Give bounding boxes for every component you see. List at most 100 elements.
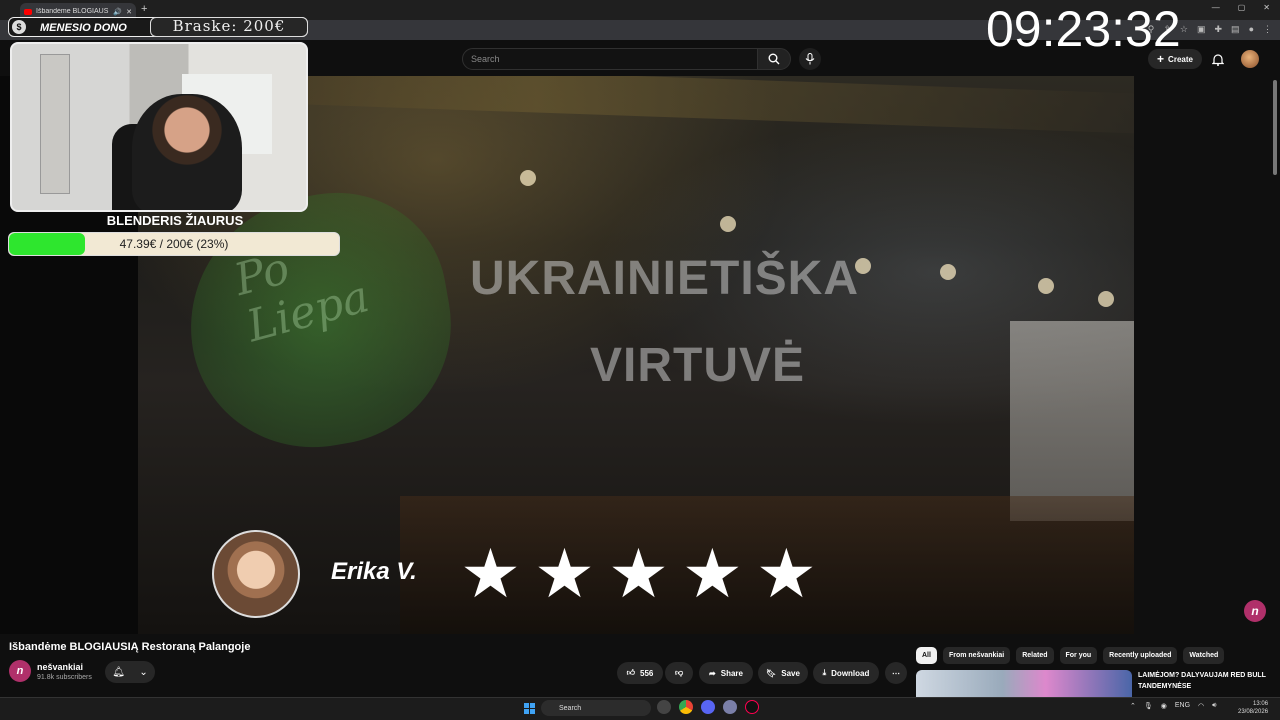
star-icon: ★ [681, 536, 743, 612]
channel-watermark[interactable]: n [1244, 600, 1266, 622]
filter-chip[interactable]: Watched [1183, 647, 1225, 664]
webcam-feed [10, 42, 308, 212]
bright-window [1010, 321, 1134, 521]
obs-icon[interactable] [723, 700, 737, 714]
bell-icon: 🔔︎ [112, 666, 125, 678]
streamer [132, 94, 242, 210]
save-button[interactable]: 🔖︎ Save [758, 662, 808, 684]
star-rating: ★ ★ ★ ★ ★ [460, 540, 817, 608]
network-icon[interactable]: ◉ [1161, 702, 1167, 710]
subscriber-count: 91.8k subscribers [37, 674, 92, 681]
windows-start-icon[interactable] [524, 703, 535, 714]
goal-title: BLENDERIS ŽIAURUS [106, 213, 244, 228]
microphone-icon [805, 53, 815, 65]
sidebar-icon[interactable]: ▤ [1231, 24, 1240, 35]
donation-value: Braske: 200€ [172, 17, 286, 35]
bookmark-star-icon[interactable]: ☆ [1180, 24, 1188, 35]
video-title: Išbandėme BLOGIAUSIĄ Restoraną Palangoje [9, 641, 251, 653]
window-lettering: UKRAINIETIŠKA [470, 252, 860, 305]
wifi-icon[interactable]: ◠ [1198, 702, 1204, 710]
channel-name[interactable]: nešvankiai [37, 662, 83, 672]
profile-icon[interactable]: ● [1249, 24, 1254, 35]
language-indicator[interactable]: ENG [1175, 702, 1190, 710]
extension-icon[interactable]: ▣ [1197, 24, 1206, 35]
tab-title: Išbandėme BLOGIAUSIĄ Re... [36, 8, 109, 15]
notifications-button[interactable] [1209, 50, 1227, 68]
subscribed-button[interactable]: 🔔︎ ⌄ [105, 661, 155, 683]
bell-icon [1212, 53, 1224, 66]
system-tray: ⌃ 🎙︎ ◉ ENG ◠ 🔊︎ [1130, 702, 1217, 710]
taskbar-apps [657, 700, 759, 714]
filter-chip[interactable]: Recently uploaded [1103, 647, 1178, 664]
recommended-video-thumbnail[interactable] [916, 670, 1132, 698]
donation-banner-label: MENESIO DONO [40, 22, 127, 34]
download-icon: ⤓ [822, 668, 827, 677]
star-icon: ★ [533, 536, 595, 612]
share-button[interactable]: ➦ Share [699, 662, 753, 684]
light-bulb [1098, 291, 1114, 307]
close-tab-icon[interactable]: ✕ [126, 8, 132, 16]
taskbar-search[interactable]: Search [541, 700, 651, 716]
download-button[interactable]: ⤓ Download [813, 662, 879, 684]
github-icon[interactable] [657, 700, 671, 714]
recommended-video-title[interactable]: LAIMĖJOM? DALYVAUJAM RED BULL TANDEMYNĖS… [1138, 670, 1268, 692]
dislike-button[interactable]: 👎︎ [665, 662, 693, 684]
menu-dots-icon[interactable]: ⋮ [1263, 24, 1272, 35]
chevron-down-icon: ⌄ [139, 666, 148, 678]
like-count: 556 [640, 668, 654, 678]
taskbar-date: 23/08/2026 [1238, 709, 1269, 715]
filter-chip[interactable]: All [916, 647, 937, 664]
search-button[interactable] [757, 48, 791, 70]
recommendation-chips: All From nešvankiai Related For you Recently… [916, 647, 1225, 664]
voice-search-button[interactable] [799, 48, 821, 70]
light-bulb [720, 216, 736, 232]
close-window-button[interactable]: ✕ [1263, 3, 1270, 12]
thumbs-down-icon: 👎︎ [674, 668, 684, 677]
webcam-door [40, 54, 70, 194]
more-actions-button[interactable]: ⋯ [885, 662, 907, 684]
taskbar-clock[interactable]: 13:06 23/08/2026 [1238, 700, 1268, 716]
window-controls: — ▢ ✕ [1212, 3, 1270, 12]
puzzle-icon[interactable]: ✚ [1215, 24, 1223, 35]
thumbs-up-icon: 👍︎ [626, 668, 635, 677]
volume-icon[interactable]: 🔊︎ [1212, 702, 1216, 710]
youtube-icon [24, 8, 32, 15]
window-lettering: VIRTUVĖ [590, 339, 806, 392]
taskbar-time: 13:06 [1253, 701, 1269, 707]
light-bulb [520, 170, 536, 186]
maximize-button[interactable]: ▢ [1238, 3, 1246, 12]
star-icon: ★ [755, 536, 817, 612]
chevron-up-icon[interactable]: ⌃ [1130, 702, 1136, 710]
star-icon: ★ [607, 536, 669, 612]
share-label: Share [720, 668, 743, 678]
download-label: Download [831, 668, 870, 678]
light-bulb [940, 264, 956, 280]
new-tab-button[interactable]: + [141, 3, 147, 15]
reviewer-avatar [212, 530, 300, 618]
share-icon: ➦ [709, 668, 716, 678]
search-icon [768, 53, 780, 65]
filter-chip[interactable]: From nešvankiai [942, 647, 1011, 664]
light-bulb [1038, 278, 1054, 294]
channel-avatar[interactable]: n [9, 660, 31, 682]
save-label: Save [781, 668, 800, 678]
like-button[interactable]: 👍︎ 556 [617, 662, 663, 684]
tiktok-icon[interactable] [745, 700, 759, 714]
filter-chip[interactable]: Related [1016, 647, 1054, 664]
filter-chip[interactable]: For you [1059, 647, 1098, 664]
star-icon: ★ [460, 536, 521, 612]
search-input[interactable]: Search [462, 48, 758, 70]
discord-icon[interactable] [701, 700, 715, 714]
chrome-icon[interactable] [679, 700, 693, 714]
reviewer-name: Erika V. [331, 558, 417, 585]
more-dots-icon: ⋯ [892, 668, 900, 678]
scrollbar-thumb[interactable] [1273, 80, 1277, 175]
goal-progress-bar: 47.39€ / 200€ (23%) [8, 232, 340, 256]
account-avatar[interactable] [1241, 50, 1259, 68]
stream-clock: 09:23:32 [986, 1, 1181, 57]
coin-icon: $ [12, 20, 26, 34]
minimize-button[interactable]: — [1212, 3, 1220, 12]
microphone-icon[interactable]: 🎙︎ [1144, 702, 1153, 710]
speaker-icon[interactable]: 🔊 [113, 8, 122, 16]
goal-progress-text: 47.39€ / 200€ (23%) [119, 237, 229, 251]
